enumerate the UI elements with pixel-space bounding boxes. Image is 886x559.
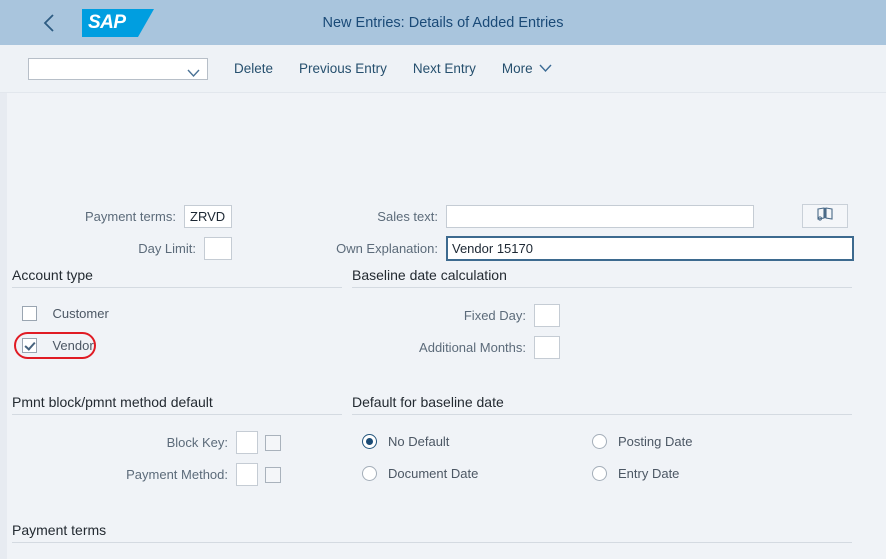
radio-indicator[interactable] — [362, 434, 377, 449]
payment-terms-input[interactable] — [184, 205, 232, 228]
next-entry-label: Next Entry — [412, 61, 476, 76]
radio-no-default[interactable]: No Default — [362, 434, 449, 449]
book-translate-icon — [816, 206, 834, 226]
block-key-value-help-button[interactable] — [265, 434, 281, 451]
fixed-day-label: Fixed Day: — [463, 308, 526, 323]
toolbar: Delete Previous Entry Next Entry More — [0, 45, 886, 93]
payment-terms-section-title: Payment terms — [12, 522, 107, 538]
additional-months-label: Additional Months: — [419, 340, 526, 355]
sap-logo-wedge — [138, 8, 154, 37]
baseline-date-calculation-title: Baseline date calculation — [352, 267, 507, 283]
sales-text-field-row: Sales text: — [330, 205, 754, 228]
radio-label: Entry Date — [618, 466, 680, 481]
payment-method-label: Payment Method: — [126, 467, 228, 482]
chevron-down-icon — [187, 65, 200, 83]
chevron-down-icon — [539, 61, 552, 76]
radio-label: Posting Date — [618, 434, 693, 449]
radio-label: No Default — [388, 434, 450, 449]
day-limit-input[interactable] — [204, 237, 232, 260]
customer-checkbox[interactable] — [22, 306, 37, 322]
vendor-checkbox-row[interactable]: Vendor — [22, 337, 94, 355]
next-entry-button[interactable]: Next Entry — [413, 61, 476, 76]
additional-months-field-row: Additional Months: — [398, 336, 560, 359]
sap-logo-text: SAP — [88, 11, 126, 33]
section-divider — [352, 287, 852, 288]
more-button[interactable]: More — [502, 61, 552, 76]
customer-checkbox-row[interactable]: Customer — [22, 305, 109, 323]
section-divider — [12, 414, 342, 415]
payment-terms-section: Payment terms — [12, 522, 852, 543]
app-header: SAP New Entries: Details of Added Entrie… — [0, 0, 886, 45]
account-type-section: Account type — [12, 267, 342, 288]
translate-button[interactable] — [802, 204, 848, 228]
account-type-title: Account type — [12, 267, 93, 283]
own-explanation-input[interactable] — [446, 236, 854, 261]
radio-indicator[interactable] — [362, 466, 377, 481]
payment-method-value-help-button[interactable] — [265, 466, 281, 483]
radio-indicator[interactable] — [592, 434, 607, 449]
default-baseline-date-title: Default for baseline date — [352, 394, 504, 410]
chevron-left-icon — [43, 13, 56, 33]
payment-method-field-row: Payment Method: — [100, 463, 281, 486]
baseline-date-calculation-section: Baseline date calculation — [352, 267, 852, 288]
radio-entry-date[interactable]: Entry Date — [592, 466, 679, 481]
pmnt-block-section: Pmnt block/pmnt method default — [12, 394, 342, 415]
radio-label: Document Date — [388, 466, 479, 481]
left-edge-strip — [0, 93, 7, 559]
back-button[interactable] — [32, 0, 66, 45]
sales-text-label: Sales text: — [377, 209, 438, 224]
entry-select[interactable] — [28, 57, 208, 83]
vendor-label: Vendor — [52, 338, 94, 354]
fixed-day-field-row: Fixed Day: — [398, 304, 560, 327]
radio-indicator[interactable] — [592, 466, 607, 481]
sales-text-input[interactable] — [446, 205, 754, 228]
day-limit-field-row: Day Limit: — [0, 237, 232, 260]
sap-fiori-window: SAP New Entries: Details of Added Entrie… — [0, 0, 886, 559]
additional-months-input[interactable] — [534, 336, 560, 359]
sap-logo[interactable]: SAP — [82, 8, 154, 37]
payment-terms-label: Payment terms: — [84, 209, 176, 224]
radio-posting-date[interactable]: Posting Date — [592, 434, 692, 449]
pmnt-block-title: Pmnt block/pmnt method default — [12, 394, 213, 410]
section-divider — [352, 414, 852, 415]
own-explanation-field-row: Own Explanation: — [330, 236, 854, 261]
own-explanation-label: Own Explanation: — [336, 241, 438, 256]
delete-button[interactable]: Delete — [234, 61, 273, 76]
more-label: More — [501, 61, 533, 76]
section-divider — [12, 287, 342, 288]
delete-label: Delete — [234, 61, 274, 76]
previous-entry-button[interactable]: Previous Entry — [299, 61, 387, 76]
payment-method-input[interactable] — [236, 463, 258, 486]
payment-terms-field-row: Payment terms: — [0, 205, 232, 228]
block-key-label: Block Key: — [166, 435, 228, 450]
fixed-day-input[interactable] — [534, 304, 560, 327]
block-key-field-row: Block Key: — [100, 431, 281, 454]
default-baseline-date-section: Default for baseline date — [352, 394, 852, 415]
block-key-input[interactable] — [236, 431, 258, 454]
vendor-checkbox[interactable] — [22, 338, 37, 354]
previous-entry-label: Previous Entry — [299, 61, 387, 76]
radio-document-date[interactable]: Document Date — [362, 466, 478, 481]
customer-label: Customer — [52, 306, 109, 322]
section-divider — [12, 542, 852, 543]
day-limit-label: Day Limit: — [138, 241, 196, 256]
